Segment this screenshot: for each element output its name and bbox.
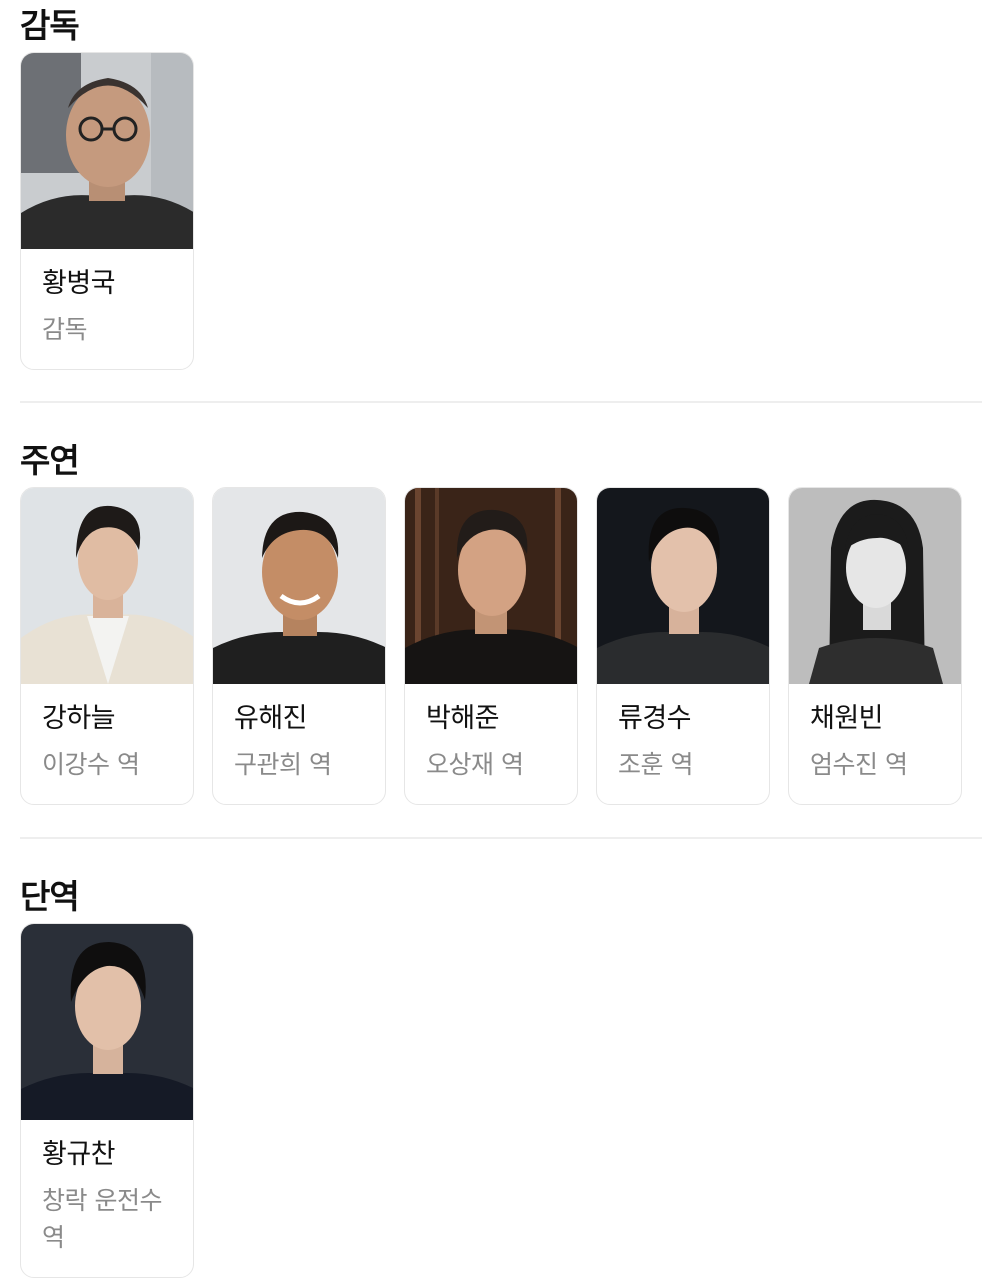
person-name: 강하늘 [42,703,116,734]
divider [20,837,982,839]
section-director: 감독 황병국 감독 [20,4,982,370]
section-title: 단역 [20,877,80,916]
person-photo [789,488,961,684]
person-photo [213,488,385,684]
person-photo [405,488,577,684]
person-card[interactable]: 박해준 오상재 역 [404,487,578,805]
person-card[interactable]: 채원빈 엄수진 역 [788,487,962,805]
divider [20,401,982,403]
person-card[interactable]: 류경수 조훈 역 [596,487,770,805]
person-name: 유해진 [234,703,308,734]
person-role: 오상재 역 [426,750,524,779]
person-role: 이강수 역 [42,750,140,779]
person-name: 박해준 [426,703,500,734]
person-name: 채원빈 [810,703,884,734]
person-name: 류경수 [618,703,692,734]
person-role: 엄수진 역 [810,750,908,779]
person-card[interactable]: 유해진 구관희 역 [212,487,386,805]
person-role: 조훈 역 [618,750,693,779]
person-photo [21,924,193,1120]
person-role: 창락 운전수 역 [42,1186,162,1252]
person-card[interactable]: 황규찬 창락 운전수 역 [20,923,194,1278]
person-card[interactable]: 황병국 감독 [20,52,194,370]
section-title: 감독 [20,6,80,45]
person-photo [21,488,193,684]
person-name: 황병국 [42,268,116,299]
section-minor-cast: 단역 황규찬 창락 운전수 역 [20,875,982,1278]
person-role: 구관희 역 [234,750,332,779]
person-role: 감독 [42,315,88,344]
person-card[interactable]: 강하늘 이강수 역 [20,487,194,805]
person-photo [21,53,193,249]
section-lead-cast: 주연 강하늘 이강수 역 유해진 구관희 역 박해준 오상재 역 류경수 조훈 … [20,439,982,805]
person-photo [597,488,769,684]
person-name: 황규찬 [42,1139,116,1170]
section-title: 주연 [20,441,80,480]
